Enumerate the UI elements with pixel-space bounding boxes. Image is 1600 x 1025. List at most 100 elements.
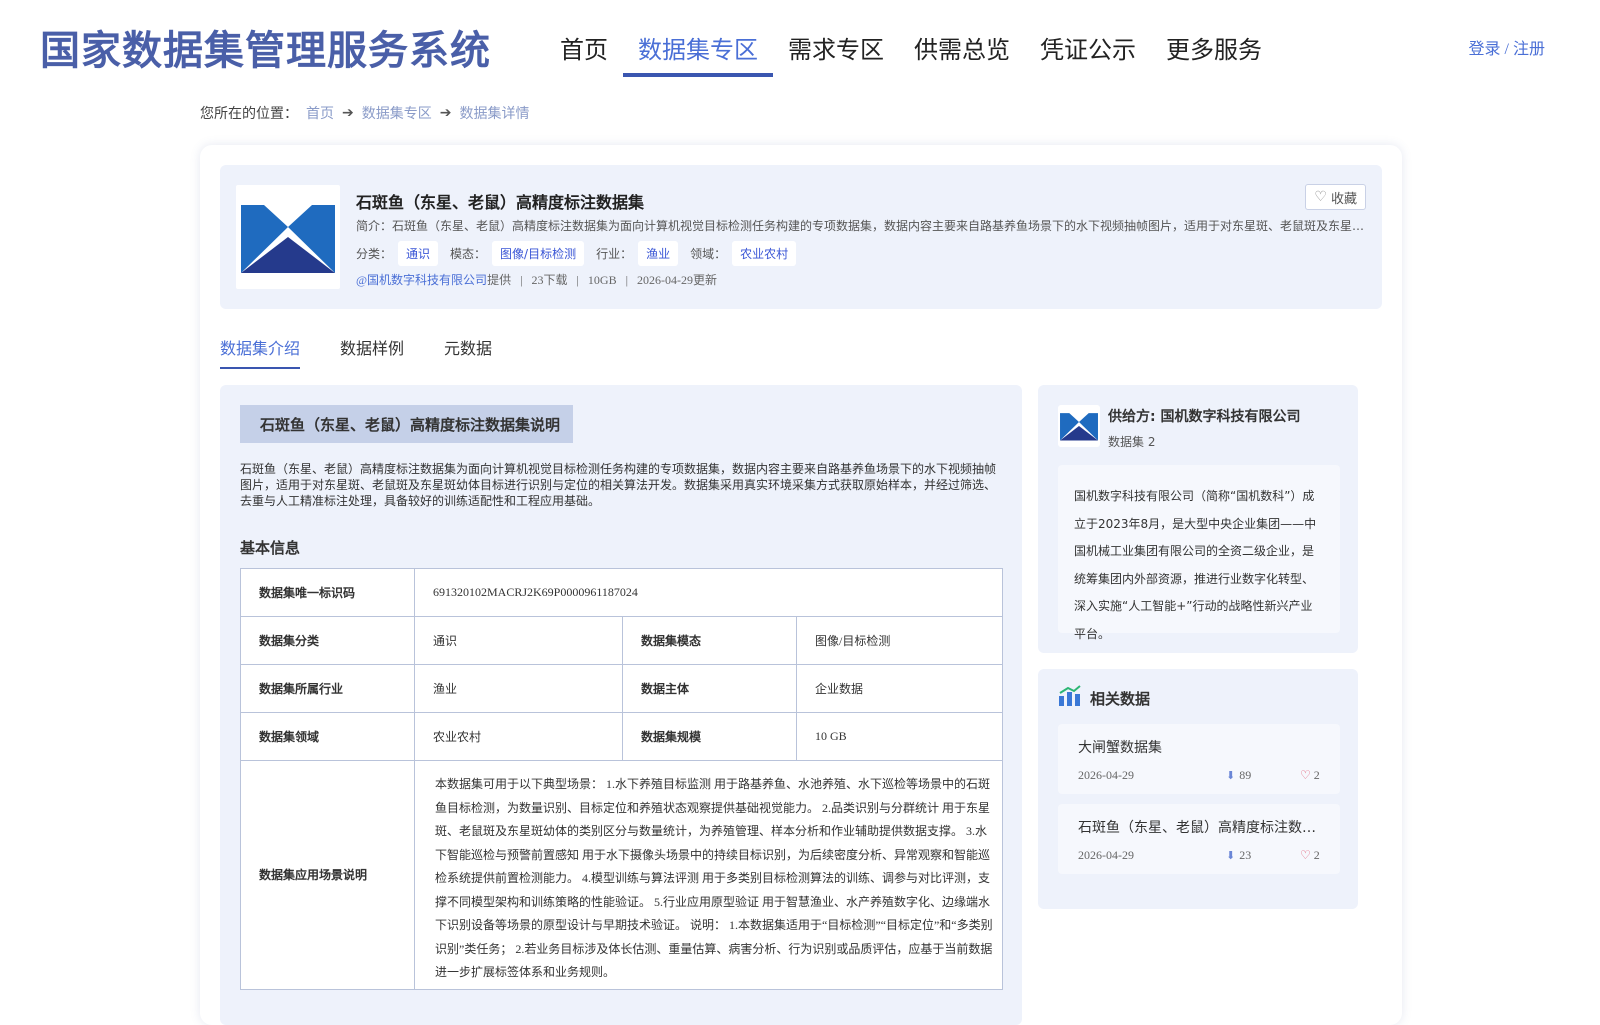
related-item-favorites: ♡ 2: [1300, 768, 1320, 783]
updated-date: 2026-04-29更新: [636, 273, 717, 287]
bar-chart-icon: [1058, 685, 1082, 711]
related-item-date: 2026-04-29: [1078, 768, 1134, 782]
main-nav: 首页 数据集专区 需求专区 供需总览 凭证公示 更多服务: [545, 20, 1277, 77]
domain-value: 农业农村: [414, 712, 623, 761]
supplier-name[interactable]: 供给方: 国机数字科技有限公司: [1108, 406, 1300, 426]
supplier-dataset-count: 数据集 2: [1108, 435, 1156, 449]
scenario-value: 本数据集可用于以下典型场景： 1.水下养殖目标监测 用于路基养鱼、水池养殖、水下…: [414, 760, 1003, 990]
top-header: 国家数据集管理服务系统 首页 数据集专区 需求专区 供需总览 凭证公示 更多服务…: [0, 0, 1600, 90]
breadcrumb-home[interactable]: 首页: [306, 103, 334, 123]
nav-more-services[interactable]: 更多服务: [1151, 20, 1277, 77]
table-row: 数据集所属行业 渔业 数据主体 企业数据: [240, 664, 1003, 713]
modality-label: 数据集模态: [622, 616, 797, 665]
breadcrumb-datasets[interactable]: 数据集专区: [362, 103, 432, 123]
supplier-panel: 供给方: 国机数字科技有限公司 数据集 2 国机数字科技有限公司（简称“国机数科…: [1038, 385, 1358, 653]
table-row: 数据集应用场景说明 本数据集可用于以下典型场景： 1.水下养殖目标监测 用于路基…: [240, 760, 1003, 990]
industry-label: 数据集所属行业: [240, 664, 415, 713]
related-item-favorites: ♡ 2: [1300, 848, 1320, 863]
scale-label: 数据集规模: [622, 712, 797, 761]
dataset-detail-card: 石斑鱼（东星、老鼠）高精度标注数据集 ♡ 收藏 简介：石斑鱼（东星、老鼠）高精度…: [200, 145, 1402, 1025]
tag-industry[interactable]: 渔业: [638, 241, 679, 266]
tag-label-industry: 行业：: [596, 247, 633, 261]
provider-suffix: 提供: [487, 273, 512, 287]
table-row: 数据集唯一标识码 691320102MACRJ2K69P000096118702…: [240, 568, 1003, 617]
uid-value: 691320102MACRJ2K69P0000961187024: [414, 568, 1003, 617]
favorite-count: 2: [1313, 848, 1320, 862]
site-title[interactable]: 国家数据集管理服务系统: [40, 18, 491, 76]
domain-label: 数据集领域: [240, 712, 415, 761]
breadcrumb-prefix: 您所在的位置：: [200, 106, 298, 122]
related-item-name[interactable]: 石斑鱼（东星、老鼠）高精度标注数据集: [1078, 817, 1328, 837]
nav-datasets[interactable]: 数据集专区: [623, 20, 773, 77]
related-header: 相关数据: [1058, 685, 1150, 711]
related-data-panel: 相关数据 大闸蟹数据集 2026-04-29 ⬇ 89 ♡ 2 石斑鱼（东星、老…: [1038, 669, 1358, 909]
related-item-downloads: ⬇ 23: [1226, 848, 1251, 863]
category-value: 通识: [414, 616, 623, 665]
tag-modality[interactable]: 图像/目标检测: [492, 241, 585, 266]
tab-metadata[interactable]: 元数据: [444, 335, 492, 369]
basic-info-title: 基本信息: [240, 539, 301, 557]
favorite-count: 2: [1313, 768, 1320, 782]
related-item[interactable]: 石斑鱼（东星、老鼠）高精度标注数据集 2026-04-29 ⬇ 23 ♡ 2: [1058, 804, 1340, 874]
table-row: 数据集领域 农业农村 数据集规模 10 GB: [240, 712, 1003, 761]
related-item-downloads: ⬇ 89: [1226, 768, 1251, 783]
modality-value: 图像/目标检测: [796, 616, 1003, 665]
dataset-intro: 简介：石斑鱼（东星、老鼠）高精度标注数据集为面向计算机视觉目标检测任务构建的专项…: [356, 219, 1366, 233]
breadcrumb: 您所在的位置： 首页 ➔ 数据集专区 ➔ 数据集详情: [200, 103, 529, 123]
heart-icon: ♡: [1300, 768, 1311, 782]
table-row: 数据集分类 通识 数据集模态 图像/目标检测: [240, 616, 1003, 665]
section-description: 石斑鱼（东星、老鼠）高精度标注数据集为面向计算机视觉目标检测任务构建的专项数据集…: [240, 462, 997, 508]
subject-label: 数据主体: [622, 664, 797, 713]
favorite-label: 收藏: [1330, 191, 1357, 207]
tag-category[interactable]: 通识: [398, 241, 439, 266]
related-item-date: 2026-04-29: [1078, 848, 1134, 862]
scenario-label: 数据集应用场景说明: [240, 760, 415, 990]
tag-label-category: 分类：: [356, 247, 393, 261]
nav-demands[interactable]: 需求专区: [773, 20, 899, 77]
heart-icon: ♡: [1314, 189, 1327, 205]
breadcrumb-current: 数据集详情: [459, 106, 530, 122]
download-icon: ⬇: [1226, 850, 1236, 862]
supplier-logo[interactable]: [1058, 405, 1100, 447]
download-count: 23: [1239, 848, 1252, 862]
section-heading: 石斑鱼（东星、老鼠）高精度标注数据集说明: [240, 405, 573, 443]
tab-samples[interactable]: 数据样例: [340, 335, 404, 369]
login-register-link[interactable]: 登录 / 注册: [1469, 35, 1545, 59]
meta-separator: |: [625, 273, 628, 287]
dataset-title: 石斑鱼（东星、老鼠）高精度标注数据集: [356, 193, 645, 212]
download-count: 23下载: [531, 273, 568, 287]
provider-link[interactable]: @国机数字科技有限公司: [356, 273, 487, 287]
dataset-meta: @国机数字科技有限公司提供 | 23下载 | 10GB | 2026-04-29…: [356, 271, 717, 288]
nav-home[interactable]: 首页: [545, 20, 623, 77]
tag-domain[interactable]: 农业农村: [732, 241, 797, 266]
download-count: 89: [1239, 768, 1252, 782]
dataset-tags: 分类： 通识 模态： 图像/目标检测 行业： 渔业 领域： 农业农村: [356, 241, 808, 266]
heart-icon: ♡: [1300, 848, 1311, 862]
meta-separator: |: [576, 273, 579, 287]
tag-label-modality: 模态：: [450, 247, 487, 261]
tag-label-domain: 领域：: [690, 247, 727, 261]
subject-value: 企业数据: [796, 664, 1003, 713]
uid-label: 数据集唯一标识码: [240, 568, 415, 617]
tab-introduction[interactable]: 数据集介绍: [220, 335, 301, 369]
provider-logo: [236, 185, 340, 289]
related-item[interactable]: 大闸蟹数据集 2026-04-29 ⬇ 89 ♡ 2: [1058, 724, 1340, 794]
scale-value: 10 GB: [796, 712, 1003, 761]
supplier-description: 国机数字科技有限公司（简称“国机数科”）成立于2023年8月，是大型中央企业集团…: [1058, 465, 1340, 641]
favorite-button[interactable]: ♡ 收藏: [1305, 184, 1366, 210]
basic-info-table: 数据集唯一标识码 691320102MACRJ2K69P000096118702…: [240, 568, 1003, 990]
dataset-summary: 石斑鱼（东星、老鼠）高精度标注数据集 ♡ 收藏 简介：石斑鱼（东星、老鼠）高精度…: [220, 165, 1382, 309]
arrow-right-icon: ➔: [439, 105, 452, 121]
related-title: 相关数据: [1090, 689, 1151, 708]
industry-value: 渔业: [414, 664, 623, 713]
meta-separator: |: [520, 273, 523, 287]
nav-vouchers[interactable]: 凭证公示: [1025, 20, 1151, 77]
arrow-right-icon: ➔: [342, 105, 354, 121]
category-label: 数据集分类: [240, 616, 415, 665]
download-icon: ⬇: [1226, 770, 1236, 782]
dataset-size: 10GB: [587, 273, 617, 287]
detail-tabs: 数据集介绍 数据样例 元数据: [220, 335, 532, 369]
introduction-panel: 石斑鱼（东星、老鼠）高精度标注数据集说明 石斑鱼（东星、老鼠）高精度标注数据集为…: [220, 385, 1022, 1025]
nav-overview[interactable]: 供需总览: [899, 20, 1025, 77]
related-item-name[interactable]: 大闸蟹数据集: [1078, 737, 1328, 757]
